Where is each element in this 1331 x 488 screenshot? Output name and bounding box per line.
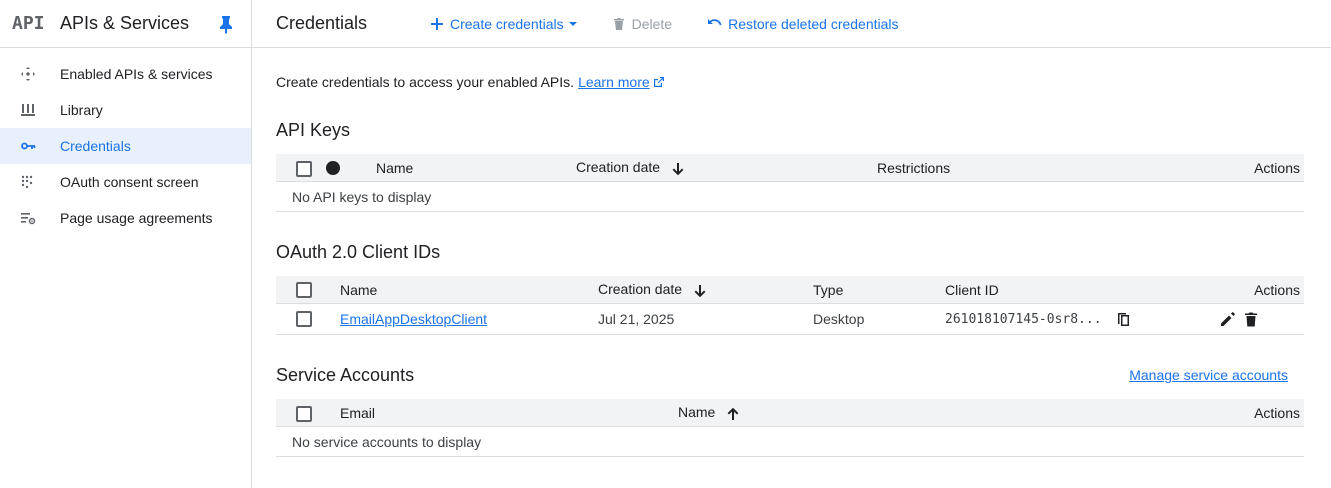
- delete-row-icon[interactable]: [1244, 312, 1258, 330]
- oauth-title: OAuth 2.0 Client IDs: [276, 242, 441, 262]
- sidebar-item-oauth-consent[interactable]: OAuth consent screen: [0, 164, 251, 200]
- intro-line: Create credentials to access your enable…: [276, 74, 1304, 90]
- row-checkbox[interactable]: [296, 311, 312, 327]
- undo-icon: [708, 18, 722, 25]
- service-accounts-empty-row: No service accounts to display: [276, 427, 1304, 457]
- learn-more-link[interactable]: Learn more: [578, 74, 650, 90]
- column-header-client-id: Client ID: [945, 281, 999, 298]
- arrow-down-icon: [672, 162, 684, 175]
- edit-icon[interactable]: [1220, 312, 1235, 330]
- column-header-name[interactable]: Name: [678, 404, 739, 420]
- api-keys-header: Name Creation date Restrictions Actions: [276, 154, 1304, 182]
- page-title: Credentials: [276, 13, 368, 33]
- column-header-label: Creation date: [598, 281, 683, 298]
- external-link-icon: [653, 77, 664, 87]
- column-header-actions: Actions: [1254, 159, 1300, 176]
- column-header-creation-date[interactable]: Creation date: [576, 159, 684, 175]
- sidebar-item-page-usage[interactable]: Page usage agreements: [0, 200, 251, 236]
- service-accounts-select-all-checkbox[interactable]: [296, 406, 312, 422]
- sidebar-nav: Enabled APIs & services Library Credenti…: [0, 56, 251, 236]
- sidebar-item-label: Credentials: [60, 138, 131, 154]
- column-header-email: Email: [340, 404, 376, 421]
- create-credentials-label: Create credentials: [450, 15, 564, 32]
- sidebar-item-label: Page usage agreements: [60, 210, 213, 226]
- plus-icon: [431, 17, 443, 30]
- sidebar: API APIs & Services Enabled APIs & servi…: [0, 0, 252, 488]
- trash-icon: [613, 17, 624, 30]
- caret-down-icon: [568, 21, 577, 26]
- restore-deleted-label: Restore deleted credentials: [728, 15, 899, 32]
- sidebar-item-label: OAuth consent screen: [60, 174, 199, 190]
- column-header-label: Name: [678, 404, 716, 421]
- empty-message: No service accounts to display: [292, 433, 482, 450]
- main-content: Create credentials to access your enable…: [276, 48, 1304, 457]
- intro-text: Create credentials to access your enable…: [276, 74, 575, 90]
- restore-deleted-button[interactable]: Restore deleted credentials: [706, 15, 899, 32]
- sidebar-item-credentials[interactable]: Credentials: [0, 128, 251, 164]
- delete-button[interactable]: Delete: [612, 16, 672, 32]
- column-header-label: Creation date: [576, 159, 661, 176]
- column-header-restrictions: Restrictions: [877, 159, 951, 176]
- settings-list-icon: [20, 210, 36, 226]
- column-header-name: Name: [340, 281, 378, 298]
- column-header-name: Name: [376, 159, 414, 176]
- table-row: EmailAppDesktopClient Jul 21, 2025 Deskt…: [276, 304, 1304, 335]
- oauth-dots-icon: [20, 174, 36, 190]
- sidebar-title: APIs & Services: [60, 13, 190, 33]
- column-header-type: Type: [813, 281, 844, 298]
- service-accounts-header-line: Service Accounts Manage service accounts: [276, 365, 1304, 389]
- delete-label: Delete: [631, 15, 673, 32]
- column-header-creation-date[interactable]: Creation date: [598, 281, 706, 297]
- sidebar-item-label: Enabled APIs & services: [60, 66, 213, 82]
- column-header-actions: Actions: [1254, 404, 1300, 421]
- empty-message: No API keys to display: [292, 188, 432, 205]
- column-header-actions: Actions: [1254, 281, 1300, 298]
- type-cell: Desktop: [813, 311, 865, 327]
- creation-date-cell: Jul 21, 2025: [598, 311, 675, 327]
- copy-icon[interactable]: [1117, 312, 1131, 331]
- status-dot-icon: [326, 161, 340, 175]
- api-keys-select-all-checkbox[interactable]: [296, 161, 312, 177]
- oauth-select-all-checkbox[interactable]: [296, 282, 312, 298]
- create-credentials-button[interactable]: Create credentials: [430, 16, 578, 32]
- service-accounts-title: Service Accounts: [276, 365, 415, 385]
- library-icon: [20, 102, 36, 118]
- pin-icon[interactable]: [217, 14, 235, 34]
- api-keys-empty-row: No API keys to display: [276, 182, 1304, 212]
- client-name-link[interactable]: EmailAppDesktopClient: [340, 311, 487, 327]
- key-icon: [20, 138, 36, 154]
- top-bar: Credentials Create credentials Delete Re…: [252, 0, 1331, 48]
- manage-service-accounts-link[interactable]: Manage service accounts: [1129, 367, 1288, 383]
- service-accounts-table-header: Email Name Actions: [276, 399, 1304, 427]
- api-logo: API: [12, 13, 45, 34]
- oauth-header: Name Creation date Type Client ID Action…: [276, 276, 1304, 304]
- api-diamond-icon: [20, 66, 36, 82]
- sidebar-header: API APIs & Services: [0, 0, 251, 48]
- arrow-down-icon: [694, 284, 706, 297]
- sidebar-item-label: Library: [60, 102, 103, 118]
- api-keys-title: API Keys: [276, 120, 351, 140]
- client-id-cell: 261018107145-0sr8...: [945, 311, 1102, 327]
- sidebar-item-library[interactable]: Library: [0, 92, 251, 128]
- sidebar-item-enabled-apis[interactable]: Enabled APIs & services: [0, 56, 251, 92]
- arrow-up-icon: [727, 407, 739, 420]
